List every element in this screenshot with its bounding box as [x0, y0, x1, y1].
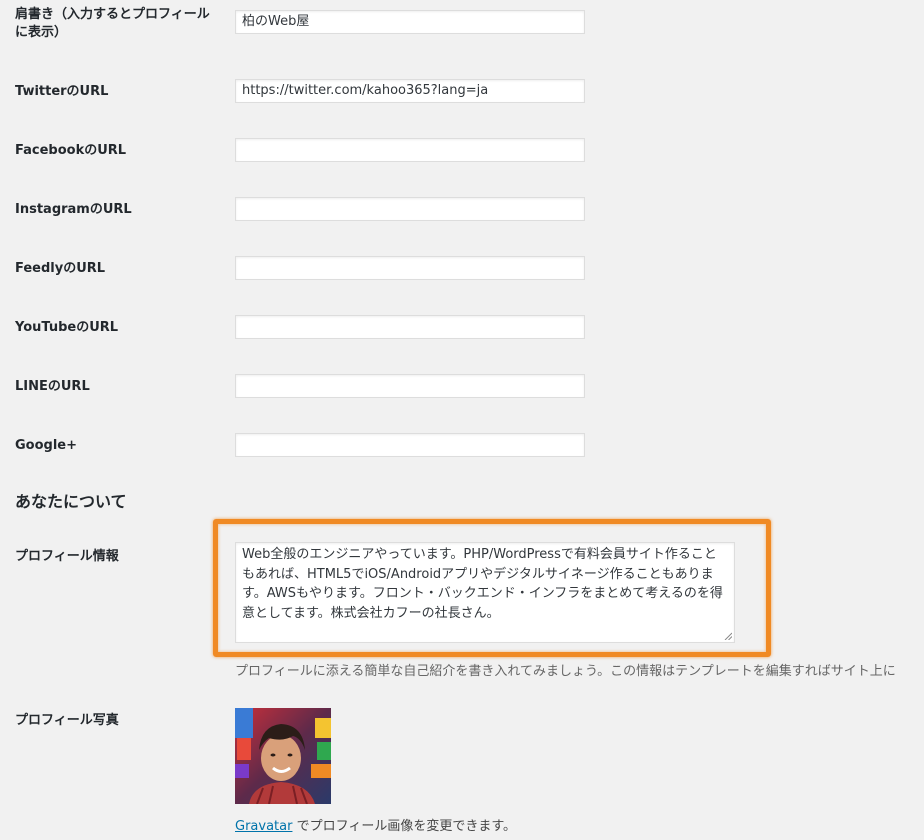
bio-label: プロフィール情報: [15, 549, 119, 564]
resize-handle-icon[interactable]: [724, 632, 732, 640]
profile-photo-image: [235, 708, 331, 804]
bio-text: Web全般のエンジニアやっています。PHP/WordPressで有料会員サイト作…: [242, 547, 723, 621]
feedly-url-input[interactable]: [235, 256, 585, 280]
facebook-url-label: FacebookのURL: [15, 143, 127, 158]
googleplus-url-label: Google+: [15, 438, 78, 453]
twitter-url-input[interactable]: https://twitter.com/kahoo365?lang=ja: [235, 79, 585, 103]
bio-textarea[interactable]: Web全般のエンジニアやっています。PHP/WordPressで有料会員サイト作…: [235, 542, 735, 643]
title-input[interactable]: 柏のWeb屋: [235, 10, 585, 34]
gravatar-link[interactable]: Gravatar: [235, 819, 292, 834]
profile-photo-label: プロフィール写真: [15, 713, 119, 728]
facebook-url-input[interactable]: [235, 138, 585, 162]
feedly-url-label: FeedlyのURL: [15, 261, 106, 276]
line-url-label: LINEのURL: [15, 379, 90, 394]
profile-photo: [235, 708, 331, 804]
instagram-url-label: InstagramのURL: [15, 202, 132, 217]
instagram-url-input[interactable]: [235, 197, 585, 221]
line-url-input[interactable]: [235, 374, 585, 398]
about-section-title: あなたについて: [15, 492, 127, 511]
youtube-url-input[interactable]: [235, 315, 585, 339]
photo-caption: Gravatar でプロフィール画像を変更できます。: [235, 815, 516, 834]
youtube-url-label: YouTubeのURL: [15, 320, 119, 335]
bio-description: プロフィールに添える簡単な自己紹介を書き入れてみましょう。この情報はテンプレート…: [235, 664, 896, 679]
photo-caption-text: でプロフィール画像を変更できます。: [296, 819, 517, 834]
title-label: 肩書き（入力するとプロフィールに表示）: [15, 7, 210, 40]
twitter-url-label: TwitterのURL: [15, 84, 109, 99]
googleplus-url-input[interactable]: [235, 433, 585, 457]
